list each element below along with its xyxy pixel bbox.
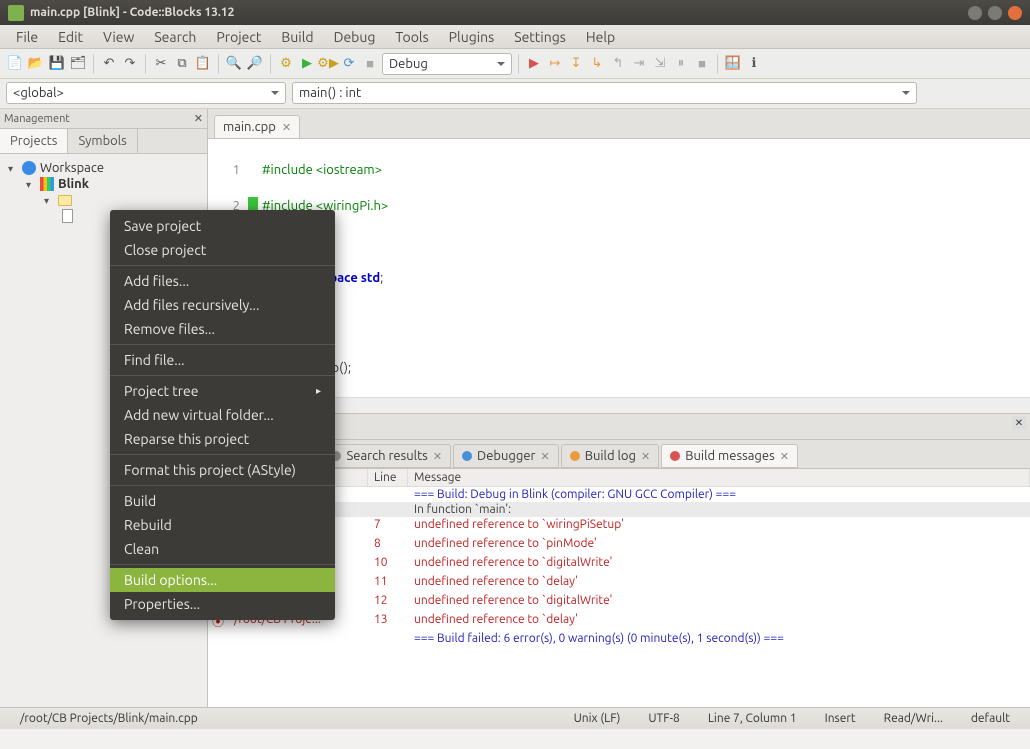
ctx-build-options[interactable]: Build options...: [110, 568, 335, 592]
logs-close-icon[interactable]: ✕: [1012, 416, 1026, 430]
run-to-cursor-icon[interactable]: ↦: [546, 55, 564, 73]
redo-icon[interactable]: ↷: [121, 55, 139, 73]
menubar: File Edit View Search Project Build Debu…: [0, 25, 1030, 49]
paste-icon[interactable]: 📋: [194, 55, 212, 73]
tab-build-messages[interactable]: Build messages✕: [661, 444, 798, 468]
col-line[interactable]: Line: [368, 469, 408, 486]
ctx-add-virtual[interactable]: Add new virtual folder...: [110, 403, 335, 427]
next-line-icon[interactable]: ↧: [567, 55, 585, 73]
ctx-reparse[interactable]: Reparse this project: [110, 427, 335, 451]
ctx-build[interactable]: Build: [110, 489, 335, 513]
menu-plugins[interactable]: Plugins: [439, 27, 505, 47]
menu-file[interactable]: File: [6, 27, 48, 47]
ctx-format[interactable]: Format this project (AStyle): [110, 458, 335, 482]
management-title: Management: [4, 113, 70, 125]
status-path: /root/CB Projects/Blink/main.cpp: [6, 712, 212, 725]
folder-icon: [58, 195, 72, 206]
project-icon: [40, 177, 54, 191]
build-target-combo[interactable]: Debug: [382, 53, 512, 75]
ctx-add-recursive[interactable]: Add files recursively...: [110, 293, 335, 317]
project-context-menu: Save project Close project Add files... …: [110, 210, 335, 620]
tab-build-log[interactable]: Build log✕: [561, 444, 660, 468]
status-profile: default: [957, 712, 1024, 725]
status-eol: Unix (LF): [560, 712, 635, 725]
col-message[interactable]: Message: [408, 469, 1030, 486]
abort-icon[interactable]: ■: [361, 55, 379, 73]
tab-projects[interactable]: Projects: [0, 129, 68, 153]
status-position: Line 7, Column 1: [694, 712, 811, 725]
tree-sources[interactable]: ▾ Sources: [4, 192, 203, 208]
editor-tab-close-icon[interactable]: ✕: [282, 121, 291, 134]
statusbar: /root/CB Projects/Blink/main.cpp Unix (L…: [0, 707, 1030, 729]
save-all-icon[interactable]: 🗂: [69, 55, 87, 73]
next-instr-icon[interactable]: ⇥: [630, 55, 648, 73]
debug-start-icon[interactable]: ▶: [525, 55, 543, 73]
replace-icon[interactable]: 🔎: [246, 55, 264, 73]
status-encoding: UTF-8: [634, 712, 693, 725]
tree-project[interactable]: ▾ Blink: [4, 176, 203, 192]
step-instr-icon[interactable]: ⇲: [651, 55, 669, 73]
ctx-add-files[interactable]: Add files...: [110, 269, 335, 293]
find-icon[interactable]: 🔍: [225, 55, 243, 73]
ctx-project-tree[interactable]: Project tree: [110, 379, 335, 403]
scope-combo-global[interactable]: <global>: [6, 82, 286, 104]
tab-debugger[interactable]: Debugger✕: [453, 444, 559, 468]
copy-icon[interactable]: ⧉: [173, 55, 191, 73]
break-icon[interactable]: ⏸: [672, 55, 690, 73]
scope-row: <global> main() : int: [0, 79, 1030, 109]
menu-project[interactable]: Project: [206, 27, 271, 47]
status-readwrite: Read/Wri...: [870, 712, 957, 725]
message-row[interactable]: === Build failed: 6 error(s), 0 warning(…: [208, 631, 1030, 646]
menu-debug[interactable]: Debug: [324, 27, 386, 47]
info-icon[interactable]: ℹ: [745, 55, 763, 73]
ctx-find-file[interactable]: Find file...: [110, 348, 335, 372]
ctx-properties[interactable]: Properties...: [110, 592, 335, 616]
ctx-save-project[interactable]: Save project: [110, 214, 335, 238]
ctx-clean[interactable]: Clean: [110, 537, 335, 561]
rebuild-icon[interactable]: ⟳: [340, 55, 358, 73]
window-close-button[interactable]: [1008, 6, 1022, 20]
editor-tabs: main.cpp ✕: [208, 109, 1030, 139]
step-into-icon[interactable]: ↳: [588, 55, 606, 73]
stop-debug-icon[interactable]: ■: [693, 55, 711, 73]
toolbar-main: 📄 📂 💾 🗂 ↶ ↷ ✂ ⧉ 📋 🔍 🔎 ⚙ ▶ ⚙▶ ⟳ ■ Debug ▶…: [0, 49, 1030, 79]
ctx-close-project[interactable]: Close project: [110, 238, 335, 262]
run-icon[interactable]: ▶: [298, 55, 316, 73]
tab-symbols[interactable]: Symbols: [68, 129, 137, 153]
menu-edit[interactable]: Edit: [48, 27, 93, 47]
app-icon: [8, 5, 24, 21]
window-title: main.cpp [Blink] - Code::Blocks 13.12: [30, 6, 234, 19]
window-maximize-button[interactable]: [988, 6, 1002, 20]
undo-icon[interactable]: ↶: [100, 55, 118, 73]
file-icon: [62, 209, 73, 223]
new-file-icon[interactable]: 📄: [6, 55, 24, 73]
management-close-icon[interactable]: ✕: [194, 112, 203, 125]
tree-workspace[interactable]: ▾ Workspace: [4, 160, 203, 176]
build-run-icon[interactable]: ⚙▶: [319, 55, 337, 73]
open-file-icon[interactable]: 📂: [27, 55, 45, 73]
tab-search-results[interactable]: Search results✕: [322, 444, 451, 468]
menu-tools[interactable]: Tools: [385, 27, 438, 47]
menu-view[interactable]: View: [93, 27, 144, 47]
status-insert: Insert: [811, 712, 870, 725]
workspace-icon: [22, 161, 36, 175]
menu-settings[interactable]: Settings: [504, 27, 576, 47]
menu-build[interactable]: Build: [271, 27, 323, 47]
scope-combo-function[interactable]: main() : int: [292, 82, 917, 104]
debug-windows-icon[interactable]: 🪟: [724, 55, 742, 73]
ctx-remove-files[interactable]: Remove files...: [110, 317, 335, 341]
cut-icon[interactable]: ✂: [152, 55, 170, 73]
step-out-icon[interactable]: ↰: [609, 55, 627, 73]
menu-search[interactable]: Search: [144, 27, 206, 47]
window-minimize-button[interactable]: [968, 6, 982, 20]
build-icon[interactable]: ⚙: [277, 55, 295, 73]
editor-tab-main[interactable]: main.cpp ✕: [214, 115, 300, 138]
ctx-rebuild[interactable]: Rebuild: [110, 513, 335, 537]
titlebar: main.cpp [Blink] - Code::Blocks 13.12: [0, 0, 1030, 25]
menu-help[interactable]: Help: [576, 27, 625, 47]
save-icon[interactable]: 💾: [48, 55, 66, 73]
